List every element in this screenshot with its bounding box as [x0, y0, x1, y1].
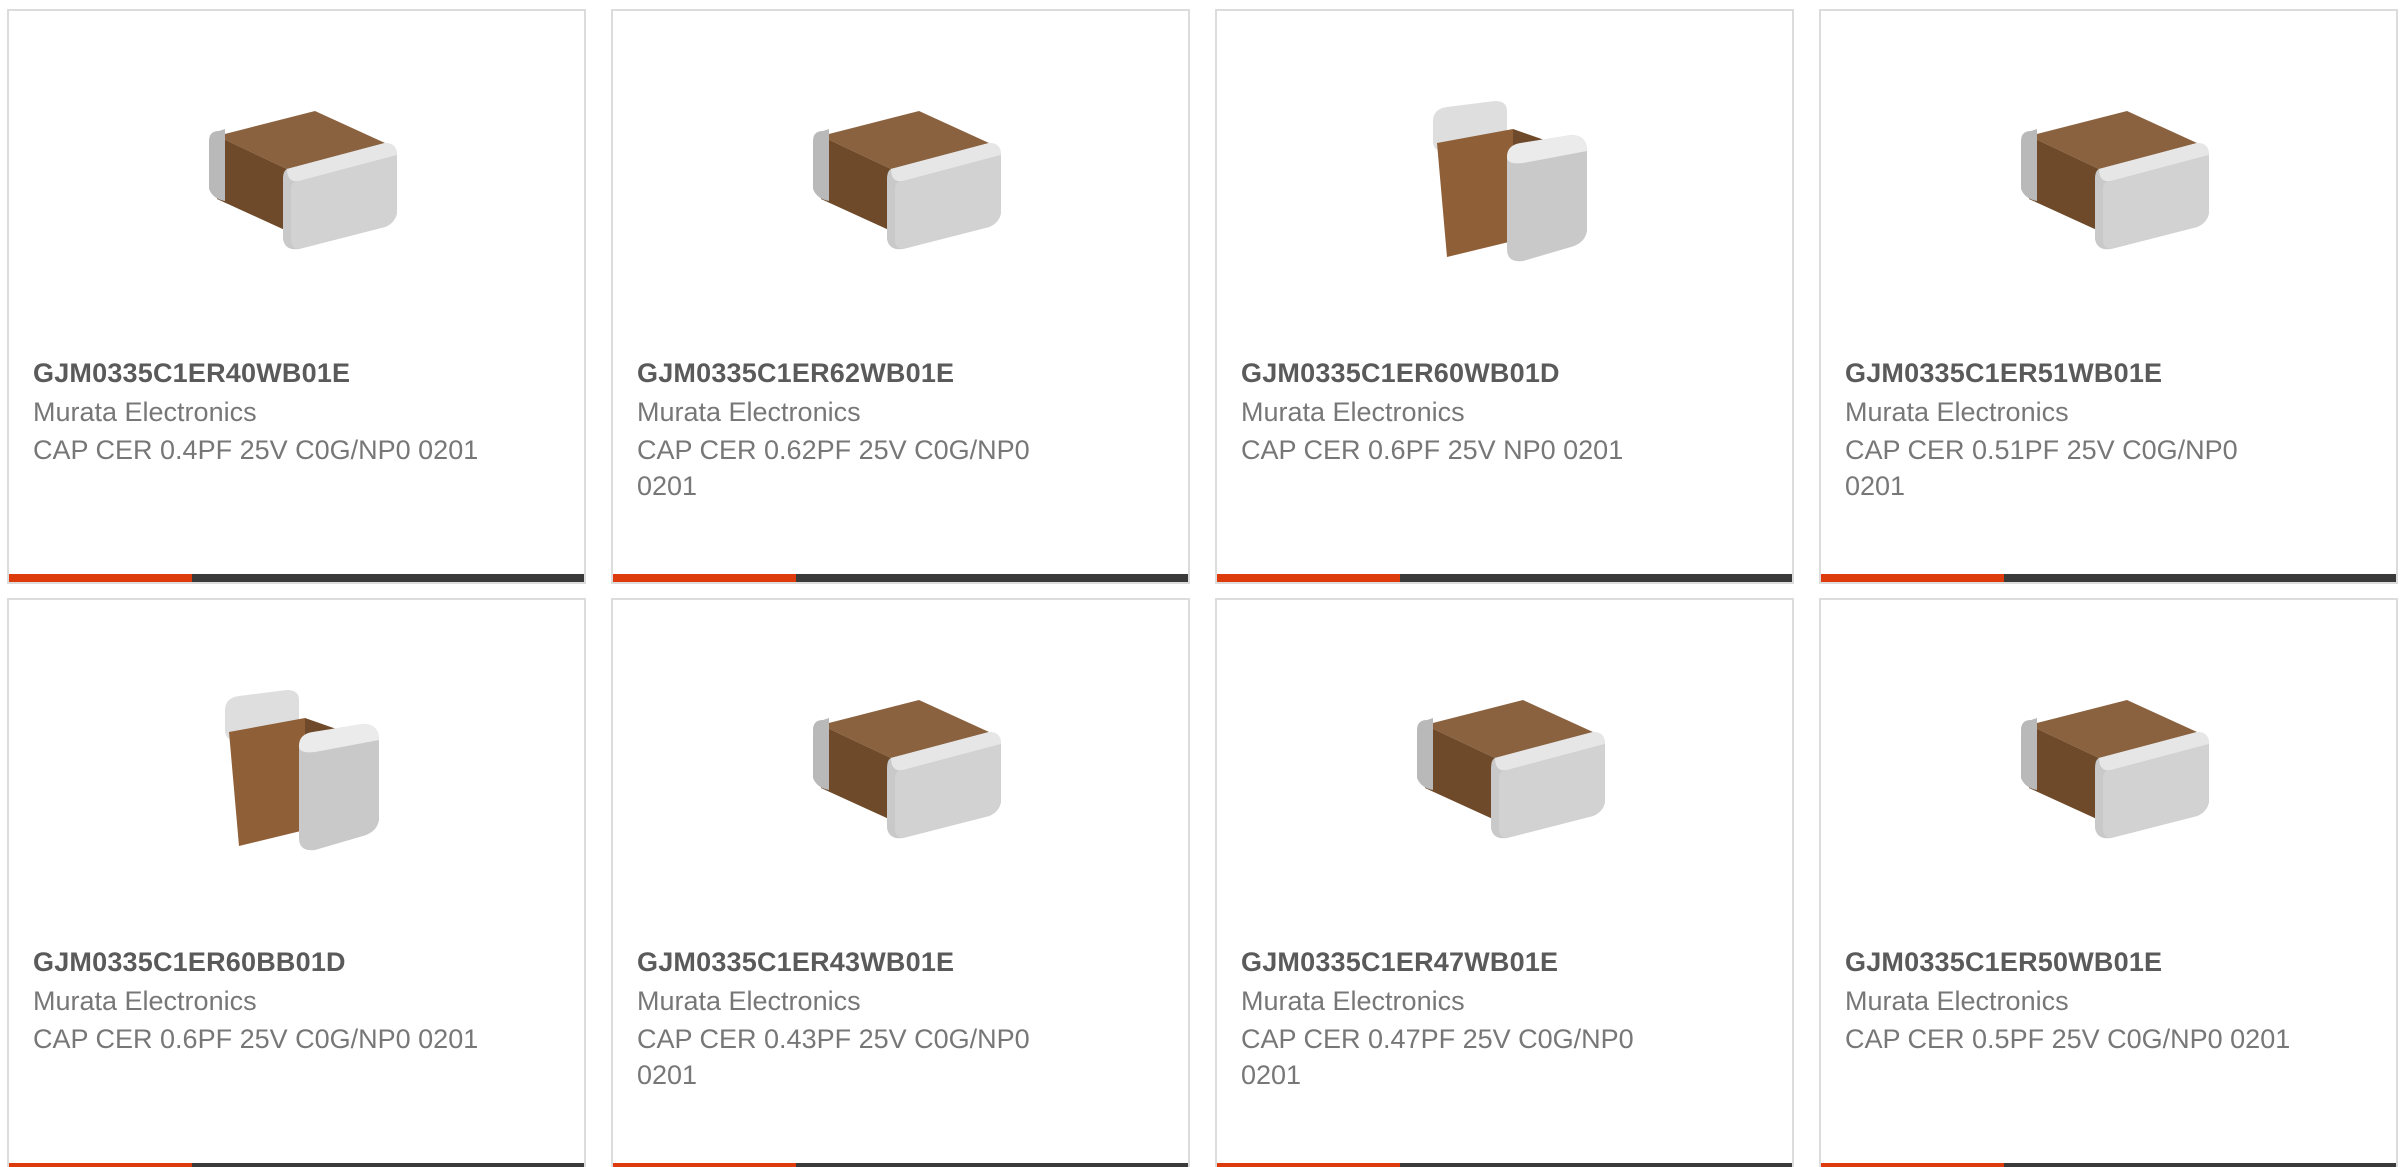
card-bottom-bar: [1217, 1163, 1792, 1167]
manufacturer-name: Murata Electronics: [1241, 986, 1465, 1016]
product-description: CAP CER 0.6PF 25V C0G/NP0 0201: [33, 1024, 479, 1054]
product-card[interactable]: GJM0335C1ER50WB01E Murata Electronics CA…: [1819, 598, 2398, 1167]
card-accent-bar: [9, 1163, 192, 1167]
product-description: CAP CER 0.62PF 25V C0G/NP0 0201: [637, 435, 1030, 501]
manufacturer-name: Murata Electronics: [33, 397, 257, 427]
manufacturer-name: Murata Electronics: [33, 986, 257, 1016]
card-accent-bar: [1821, 574, 2004, 582]
manufacturer-name: Murata Electronics: [1845, 986, 2069, 1016]
part-number: GJM0335C1ER60BB01D: [33, 947, 346, 977]
card-accent-bar: [1217, 1163, 1400, 1167]
card-bottom-bar: [1821, 1163, 2396, 1167]
card-bottom-bar: [1217, 574, 1792, 582]
product-description: CAP CER 0.6PF 25V NP0 0201: [1241, 435, 1624, 465]
chip-capacitor-image: [813, 700, 1001, 839]
product-card[interactable]: GJM0335C1ER47WB01E Murata Electronics CA…: [1215, 598, 1794, 1167]
manufacturer-name: Murata Electronics: [1845, 397, 2069, 427]
product-card[interactable]: GJM0335C1ER43WB01E Murata Electronics CA…: [611, 598, 1190, 1167]
product-description: CAP CER 0.47PF 25V C0G/NP0 0201: [1241, 1024, 1634, 1090]
card-bottom-bar: [9, 574, 584, 582]
chip-capacitor-image: [2021, 700, 2209, 839]
product-description: CAP CER 0.43PF 25V C0G/NP0 0201: [637, 1024, 1030, 1090]
card-accent-bar: [613, 574, 796, 582]
part-number: GJM0335C1ER51WB01E: [1845, 358, 2163, 388]
chip-capacitor-image: [813, 111, 1001, 250]
part-number: GJM0335C1ER62WB01E: [637, 358, 955, 388]
part-number: GJM0335C1ER40WB01E: [33, 358, 351, 388]
card-bottom-bar: [613, 574, 1188, 582]
chip-capacitor-image: [209, 111, 397, 250]
manufacturer-name: Murata Electronics: [1241, 397, 1465, 427]
manufacturer-name: Murata Electronics: [637, 397, 861, 427]
chip-capacitor-image: [1433, 101, 1587, 262]
product-card[interactable]: GJM0335C1ER40WB01E Murata Electronics CA…: [7, 9, 586, 584]
card-accent-bar: [1821, 1163, 2004, 1167]
card-accent-bar: [9, 574, 192, 582]
card-accent-bar: [613, 1163, 796, 1167]
card-bottom-bar: [613, 1163, 1188, 1167]
card-bottom-bar: [9, 1163, 584, 1167]
product-card[interactable]: GJM0335C1ER62WB01E Murata Electronics CA…: [611, 9, 1190, 584]
part-number: GJM0335C1ER50WB01E: [1845, 947, 2163, 977]
product-description: CAP CER 0.4PF 25V C0G/NP0 0201: [33, 435, 479, 465]
manufacturer-name: Murata Electronics: [637, 986, 861, 1016]
product-description: CAP CER 0.51PF 25V C0G/NP0 0201: [1845, 435, 2238, 501]
part-number: GJM0335C1ER60WB01D: [1241, 358, 1560, 388]
part-number: GJM0335C1ER43WB01E: [637, 947, 955, 977]
product-card[interactable]: GJM0335C1ER60WB01D Murata Electronics CA…: [1215, 9, 1794, 584]
chip-capacitor-image: [1417, 700, 1605, 839]
chip-capacitor-image: [225, 690, 379, 851]
product-description: CAP CER 0.5PF 25V C0G/NP0 0201: [1845, 1024, 2291, 1054]
product-card[interactable]: GJM0335C1ER60BB01D Murata Electronics CA…: [7, 598, 586, 1167]
part-number: GJM0335C1ER47WB01E: [1241, 947, 1559, 977]
card-accent-bar: [1217, 574, 1400, 582]
card-bottom-bar: [1821, 574, 2396, 582]
chip-capacitor-image: [2021, 111, 2209, 250]
product-card[interactable]: GJM0335C1ER51WB01E Murata Electronics CA…: [1819, 9, 2398, 584]
product-grid: GJM0335C1ER40WB01E Murata Electronics CA…: [0, 0, 2400, 1167]
